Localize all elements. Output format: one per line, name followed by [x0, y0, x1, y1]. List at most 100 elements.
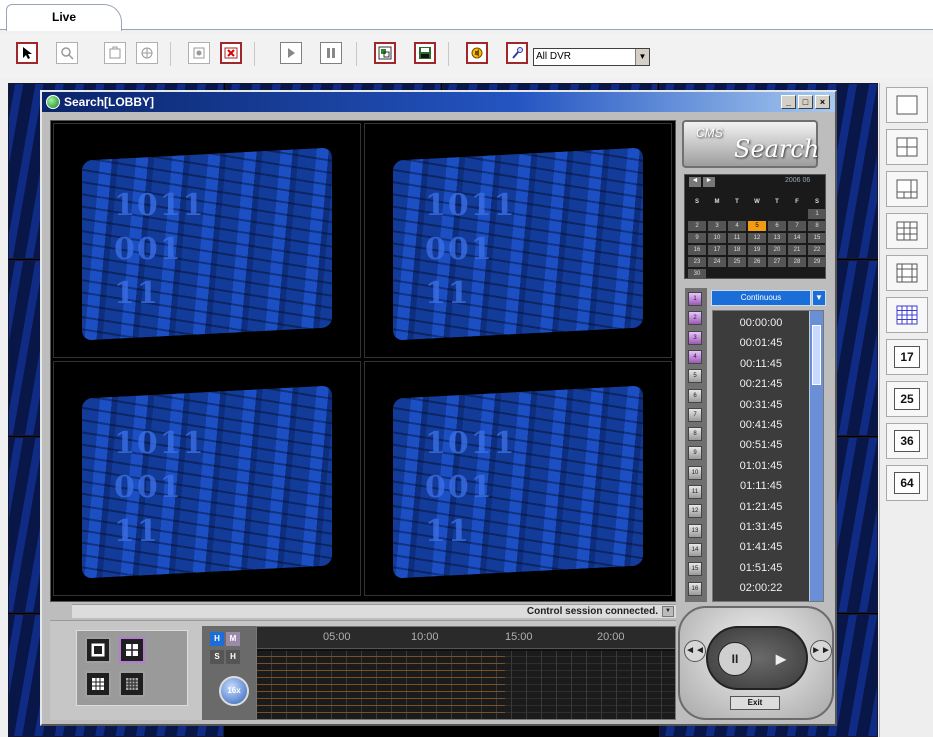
- calendar-day[interactable]: 17: [708, 245, 726, 255]
- time-item[interactable]: 01:31:45: [713, 521, 809, 533]
- minimize-button[interactable]: _: [781, 95, 796, 109]
- calendar-day[interactable]: 27: [768, 257, 786, 267]
- audio-button[interactable]: [466, 42, 488, 64]
- calendar-day[interactable]: 6: [768, 221, 786, 231]
- snapshot-button[interactable]: [104, 42, 126, 64]
- play-button[interactable]: [280, 42, 302, 64]
- layout-9-button[interactable]: [886, 213, 928, 249]
- camera-channel-button[interactable]: 11: [688, 485, 702, 499]
- rewind-button[interactable]: ◄◄: [684, 640, 706, 662]
- time-item[interactable]: 02:00:22: [713, 582, 809, 594]
- time-item[interactable]: 00:00:00: [713, 317, 809, 329]
- camera-channel-button[interactable]: 7: [688, 407, 702, 422]
- time-item[interactable]: 00:11:45: [713, 358, 809, 370]
- calendar-day[interactable]: 18: [728, 245, 746, 255]
- calendar-day[interactable]: 8: [808, 221, 826, 231]
- restore-button[interactable]: □: [798, 95, 813, 109]
- camera-channel-button[interactable]: 15: [688, 562, 702, 577]
- calendar-day[interactable]: 28: [788, 257, 806, 267]
- camera-channel-button[interactable]: 4: [688, 349, 702, 364]
- time-list-scrollbar[interactable]: [809, 311, 823, 601]
- camera-channel-button[interactable]: 9: [688, 446, 702, 461]
- video-cell-3[interactable]: 1011 001 11: [53, 361, 361, 596]
- prev-month-button[interactable]: ◄: [689, 177, 701, 187]
- chevron-down-icon[interactable]: ▼: [812, 290, 826, 306]
- calendar-day[interactable]: 2: [688, 221, 706, 231]
- layout-36-button[interactable]: 36: [886, 423, 928, 459]
- camera-channel-button[interactable]: 1: [688, 292, 702, 306]
- calendar-day[interactable]: 14: [788, 233, 806, 243]
- timeline[interactable]: 05:00 10:00 15:00 20:00: [256, 626, 676, 720]
- hour-mode-button[interactable]: H: [210, 632, 224, 646]
- split-1-button[interactable]: [85, 637, 111, 663]
- dvr-select[interactable]: All DVR ▼: [533, 48, 650, 66]
- fast-forward-button[interactable]: ►►: [810, 640, 832, 662]
- calendar-day[interactable]: 10: [708, 233, 726, 243]
- exit-button[interactable]: Exit: [730, 696, 780, 710]
- select-cursor-button[interactable]: [16, 42, 38, 64]
- calendar-day[interactable]: 7: [788, 221, 806, 231]
- second-mode-button[interactable]: S: [210, 650, 224, 664]
- layout-16-button[interactable]: [886, 297, 928, 333]
- camera-channel-button[interactable]: 13: [688, 523, 702, 538]
- calendar-day[interactable]: 4: [728, 221, 746, 231]
- chevron-down-icon[interactable]: ▼: [635, 49, 649, 65]
- search-window-titlebar[interactable]: Search[LOBBY] _ □ ×: [42, 92, 835, 112]
- speed-knob[interactable]: 16x: [219, 676, 249, 706]
- split-16-button[interactable]: [119, 671, 145, 697]
- time-item[interactable]: 00:31:45: [713, 399, 809, 411]
- microphone-button[interactable]: [506, 42, 528, 64]
- calendar-day[interactable]: 1: [808, 209, 826, 219]
- calendar-day[interactable]: 29: [808, 257, 826, 267]
- camera-channel-button[interactable]: 2: [688, 311, 702, 326]
- time-item[interactable]: 00:01:45: [713, 337, 809, 349]
- camera-channel-button[interactable]: 16: [688, 581, 702, 596]
- calendar-day[interactable]: 30: [688, 269, 706, 279]
- calendar-day[interactable]: 20: [768, 245, 786, 255]
- camera-channel-button[interactable]: 6: [688, 388, 702, 403]
- layout-6-button[interactable]: [886, 171, 928, 207]
- video-cell-4[interactable]: 1011 001 11: [364, 361, 672, 596]
- calendar-day[interactable]: 26: [748, 257, 766, 267]
- save-button[interactable]: [414, 42, 436, 64]
- time-item[interactable]: 01:41:45: [713, 541, 809, 553]
- calendar-day[interactable]: 16: [688, 245, 706, 255]
- calendar-day[interactable]: 15: [808, 233, 826, 243]
- camera-channel-button[interactable]: 3: [688, 330, 702, 345]
- video-cell-1[interactable]: 1011 001 11: [53, 123, 361, 358]
- calendar-day[interactable]: 13: [768, 233, 786, 243]
- calendar-day[interactable]: 21: [788, 245, 806, 255]
- half-mode-button[interactable]: H: [226, 650, 240, 664]
- calendar-day[interactable]: 5: [748, 221, 766, 231]
- calendar-day[interactable]: 11: [728, 233, 746, 243]
- time-item[interactable]: 01:11:45: [713, 480, 809, 492]
- ptz-button[interactable]: [136, 42, 158, 64]
- tab-live[interactable]: Live: [6, 4, 122, 31]
- time-item[interactable]: 00:21:45: [713, 378, 809, 390]
- next-month-button[interactable]: ►: [703, 177, 715, 187]
- layout-1-button[interactable]: [886, 87, 928, 123]
- chevron-down-icon[interactable]: ▼: [662, 606, 674, 617]
- stop-record-button[interactable]: [220, 42, 242, 64]
- minute-mode-button[interactable]: M: [226, 632, 240, 646]
- split-4-button[interactable]: [119, 637, 145, 663]
- time-item[interactable]: 01:51:45: [713, 562, 809, 574]
- camera-channel-button[interactable]: 12: [688, 504, 702, 519]
- pause-button[interactable]: II: [718, 642, 752, 676]
- calendar-day[interactable]: 12: [748, 233, 766, 243]
- camera-channel-button[interactable]: 10: [688, 465, 702, 480]
- calendar-day[interactable]: 19: [748, 245, 766, 255]
- calendar-day[interactable]: 9: [688, 233, 706, 243]
- calendar-day[interactable]: 23: [688, 257, 706, 267]
- camera-channel-button[interactable]: 14: [688, 542, 702, 557]
- scrollbar-thumb[interactable]: [812, 325, 821, 385]
- calendar-day[interactable]: 3: [708, 221, 726, 231]
- record-mode-select[interactable]: Continuous: [711, 290, 811, 306]
- zoom-button[interactable]: [56, 42, 78, 64]
- calendar-day[interactable]: 24: [708, 257, 726, 267]
- video-cell-2[interactable]: 1011 001 11: [364, 123, 672, 358]
- record-settings-button[interactable]: [188, 42, 210, 64]
- split-9-button[interactable]: [85, 671, 111, 697]
- time-item[interactable]: 01:21:45: [713, 501, 809, 513]
- camera-channel-button[interactable]: 8: [688, 427, 702, 442]
